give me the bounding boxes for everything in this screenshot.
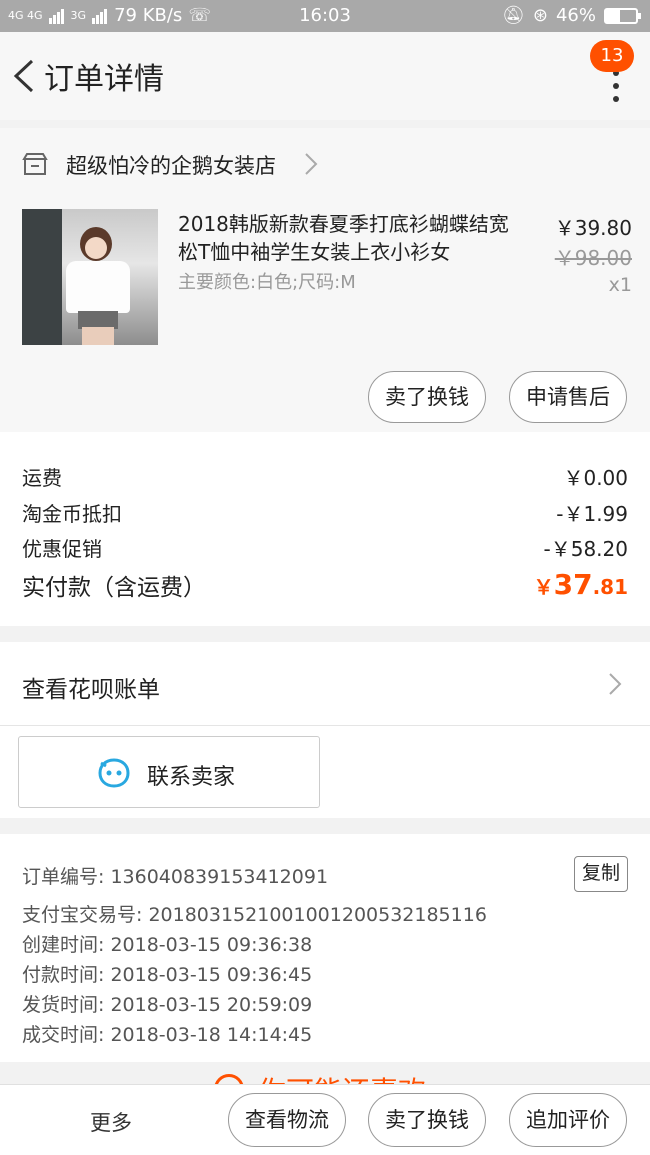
rotation-lock-icon: ⊛	[532, 5, 548, 26]
view-logistics-button[interactable]: 查看物流	[228, 1093, 346, 1147]
shipped-time: 发货时间: 2018-03-15 20:59:09	[22, 994, 313, 1016]
product-card[interactable]: 2018韩版新款春夏季打底衫蝴蝶结宽松T恤中袖学生女装上衣小衫女 主要颜色:白色…	[0, 200, 650, 432]
total-currency: ￥	[533, 575, 554, 599]
chevron-right-icon	[609, 673, 622, 695]
order-number: 订单编号: 136040839153412091	[22, 866, 329, 888]
total-dec: .81	[592, 575, 628, 599]
product-image[interactable]	[22, 209, 158, 345]
product-quantity: x1	[608, 274, 632, 296]
more-menu-icon[interactable]	[612, 70, 620, 102]
status-bar: 4G 4G 3G 79 KB/s ☏ 16:03 🔕︎ ⊛ 46%	[0, 0, 650, 32]
alipay-trade-number: 支付宝交易号: 2018031521001001200532185116	[22, 904, 487, 926]
total-int: 37	[553, 568, 593, 601]
total-value: ￥37.81	[534, 568, 628, 601]
back-arrow-icon[interactable]	[10, 58, 40, 94]
total-label: 实付款（含运费）	[22, 575, 206, 601]
huabei-bill-row[interactable]: 查看花呗账单	[0, 642, 650, 726]
sell-for-cash-button[interactable]: 卖了换钱	[368, 371, 486, 423]
after-sale-button[interactable]: 申请售后	[509, 371, 627, 423]
store-name: 超级怕冷的企鹅女装店	[66, 154, 276, 178]
battery-icon	[604, 7, 641, 24]
product-price: ￥39.80	[554, 216, 632, 240]
recommendations-title: 你可能还喜欢	[258, 1070, 426, 1084]
promo-label: 优惠促销	[22, 537, 102, 561]
more-button[interactable]: 更多	[90, 1107, 132, 1137]
copy-button[interactable]: 复制	[574, 856, 628, 892]
created-time: 创建时间: 2018-03-15 09:36:38	[22, 934, 313, 956]
notification-badge: 13	[590, 40, 634, 72]
taojinbi-label: 淘金币抵扣	[22, 502, 122, 526]
product-spec: 主要颜色:白色;尺码:M	[178, 272, 356, 293]
contact-seller-label: 联系卖家	[147, 765, 236, 790]
paid-time: 付款时间: 2018-03-15 09:36:45	[22, 964, 313, 986]
taojinbi-value: -￥1.99	[556, 502, 628, 526]
contact-area: 联系卖家	[0, 726, 650, 818]
battery-level	[606, 9, 620, 22]
product-original-price: ￥98.00	[554, 246, 632, 270]
promo-value: -￥58.20	[543, 537, 628, 561]
huabei-label: 查看花呗账单	[22, 677, 160, 703]
chat-icon	[98, 758, 130, 788]
app-header: 订单详情 13	[0, 32, 650, 120]
shipping-value: ￥0.00	[563, 466, 628, 490]
completed-time: 成交时间: 2018-03-18 14:14:45	[22, 1024, 313, 1046]
bottom-action-bar: 更多 查看物流 卖了换钱 追加评价	[0, 1084, 650, 1155]
heart-icon	[214, 1074, 244, 1084]
status-right: 🔕︎ ⊛ 46%	[502, 5, 641, 26]
recommendations-header: 你可能还喜欢	[0, 1062, 650, 1084]
battery-percent: 46%	[555, 5, 596, 26]
contact-seller-button[interactable]: 联系卖家	[18, 736, 320, 808]
product-title: 2018韩版新款春夏季打底衫蝴蝶结宽松T恤中袖学生女装上衣小衫女	[178, 212, 509, 264]
add-review-button[interactable]: 追加评价	[509, 1093, 627, 1147]
sell-for-cash-bottom-button[interactable]: 卖了换钱	[368, 1093, 486, 1147]
order-info: 订单编号: 136040839153412091 复制 支付宝交易号: 2018…	[0, 834, 650, 1062]
chevron-right-icon	[305, 153, 318, 175]
store-icon	[22, 153, 48, 175]
fee-summary: 运费 ￥0.00 淘金币抵扣 -￥1.99 优惠促销 -￥58.20 实付款（含…	[0, 432, 650, 626]
shipping-label: 运费	[22, 466, 62, 490]
page-title: 订单详情	[44, 62, 164, 97]
store-row[interactable]: 超级怕冷的企鹅女装店	[0, 128, 650, 200]
mute-icon: 🔕︎	[502, 5, 525, 26]
